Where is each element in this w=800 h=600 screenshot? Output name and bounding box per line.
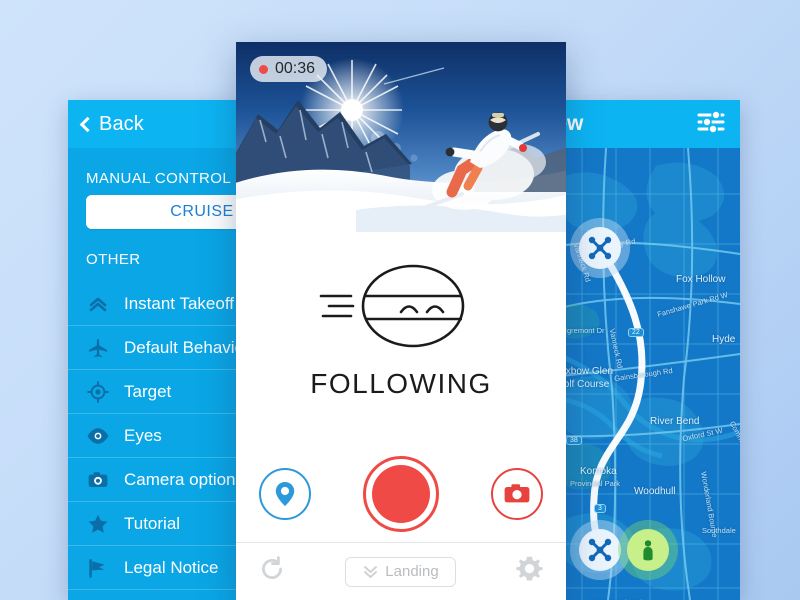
target-icon [86,380,110,404]
highway-badge: 3 [594,504,606,513]
drone-icon [588,538,612,562]
eye-icon [86,424,110,448]
settings-button[interactable] [515,555,544,589]
video-preview[interactable]: 00:36 [236,42,566,232]
map-label: Hyde [712,334,736,345]
sidebar-item-label: Camera options [124,469,245,489]
sidebar-item-label: Default Behavior [124,337,250,357]
chevrons-up-icon [86,292,110,316]
map-label: Provincial Park [570,479,621,488]
map-label: Oxbow Glen [560,366,614,377]
flight-mode-area: FOLLOWING [236,232,566,456]
recording-timer-value: 00:36 [275,60,316,77]
map-label: Golf Course [560,379,610,390]
highway-badge: 38 [566,436,582,445]
flight-mode-label: FOLLOWING [310,368,492,399]
landing-button-label: Landing [385,563,439,580]
refresh-button[interactable] [258,555,286,588]
map-label: Fox Hollow [676,274,726,285]
primary-controls [236,456,566,542]
camera-icon [86,468,110,492]
star-icon [86,512,110,536]
drone-controller-phone: 00:36 FOLLOWING Landing [236,42,566,600]
map-label: River Bend [650,416,700,427]
following-ninja-face-icon [319,264,465,348]
drone-icon [588,236,612,260]
back-button[interactable]: Back [68,113,144,136]
sliders-icon[interactable] [696,109,726,140]
sidebar-item-label: Legal Notice [124,557,219,577]
sidebar-item-label: Tutorial [124,513,181,533]
record-circle-icon [372,465,430,523]
map-label: Woodhull [634,486,676,497]
map-label: Egremont Dr [562,326,605,335]
map-panel: Map view [560,100,740,600]
back-button-label: Back [99,112,144,135]
photo-button[interactable] [491,468,543,520]
map-canvas[interactable]: Medway Rd Vanneck Rd Fox Hollow Fanshawe… [560,148,740,600]
chevron-left-icon [79,116,96,133]
recording-timer-badge: 00:36 [250,56,328,82]
recording-dot-icon [259,64,268,74]
person-marker[interactable] [618,520,678,580]
person-icon [643,540,653,561]
gear-icon [516,556,543,580]
chevrons-down-icon [364,566,378,578]
location-pin-icon [275,482,295,506]
camera-icon [504,484,530,503]
map-nav-bar: Map view [560,100,740,148]
map-label: Southdale [702,526,736,535]
sidebar-item-label: Instant Takeoff [124,293,234,313]
refresh-icon [262,556,282,579]
airplane-icon [86,336,110,360]
drone-marker-top[interactable] [570,218,630,278]
waypoint-button[interactable] [259,468,311,520]
sidebar-item-label: Eyes [124,425,162,445]
map-label: Komoka [580,466,617,477]
highway-badge: 22 [628,328,644,337]
sidebar-item-label: Target [124,381,172,401]
phone-bottom-bar: Landing [236,542,566,600]
landing-button[interactable]: Landing [345,556,456,587]
record-button[interactable] [363,456,439,532]
megaphone-icon [86,556,110,580]
